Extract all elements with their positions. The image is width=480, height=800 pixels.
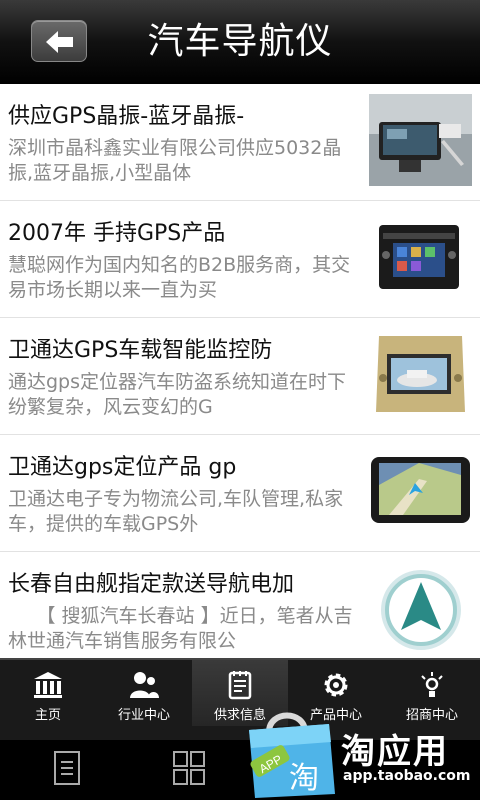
promo-name: 淘应用 <box>341 732 449 772</box>
item-description: 慧聪网作为国内知名的B2B服务商，其交易市场长期以来一直为买 <box>8 254 351 301</box>
item-title: 供应GPS晶振-蓝牙晶振- <box>8 104 245 129</box>
news-list: 供应GPS晶振-蓝牙晶振- 深圳市晶科鑫实业有限公司供应5032晶振,蓝牙晶振,… <box>0 84 480 669</box>
bank-icon <box>34 672 62 698</box>
item-title: 2007年 手持GPS产品 <box>8 221 226 246</box>
list-item[interactable]: 长春自由舰指定款送导航电加 【 搜狐汽车长春站 】近日，笔者从吉林世通汽车销售服… <box>0 552 480 669</box>
tab-home[interactable]: 主页 <box>0 660 96 726</box>
item-thumbnail <box>369 328 472 420</box>
page-title: 汽车导航仪 <box>147 21 333 62</box>
notepad-icon <box>228 671 252 700</box>
tab-industry[interactable]: 行业中心 <box>96 660 192 726</box>
tab-label: 行业中心 <box>117 708 170 723</box>
item-thumbnail <box>369 562 472 654</box>
item-description: 通达gps定位器汽车防盗系统知道在时下纷繁复杂，风云变幻的G <box>8 371 347 418</box>
promo-url: app.taobao.com <box>343 768 471 784</box>
list-item[interactable]: 2007年 手持GPS产品 慧聪网作为国内知名的B2B服务商，其交易市场长期以来… <box>0 201 480 318</box>
gear-icon <box>324 673 348 697</box>
app-header: 汽车导航仪 <box>0 0 480 84</box>
list-item[interactable]: 卫通达GPS车载智能监控防 通达gps定位器汽车防盗系统知道在时下纷繁复杂，风云… <box>0 318 480 435</box>
tab-label: 主页 <box>34 708 61 723</box>
lamp-icon <box>421 672 443 697</box>
item-description: 卫通达电子专为物流公司,车队管理,私家车，提供的车载GPS外 <box>8 488 344 535</box>
item-thumbnail <box>369 211 472 303</box>
document-icon[interactable] <box>52 750 82 786</box>
grid-icon[interactable] <box>172 750 206 786</box>
item-title: 长春自由舰指定款送导航电加 <box>8 572 295 597</box>
bag-char: 淘 <box>289 761 319 796</box>
item-title: 卫通达gps定位产品 gp <box>8 455 237 480</box>
list-item[interactable]: 供应GPS晶振-蓝牙晶振- 深圳市晶科鑫实业有限公司供应5032晶振,蓝牙晶振,… <box>0 84 480 201</box>
shopping-bag-icon: APP 淘 <box>249 712 335 798</box>
users-icon <box>130 672 159 698</box>
item-description: 【 搜狐汽车长春站 】近日，笔者从吉林世通汽车销售服务有限公 <box>8 605 353 652</box>
item-title: 卫通达GPS车载智能监控防 <box>8 338 273 363</box>
list-item[interactable]: 卫通达gps定位产品 gp 卫通达电子专为物流公司,车队管理,私家车，提供的车载… <box>0 435 480 552</box>
item-thumbnail <box>369 445 472 537</box>
taobao-app-promo[interactable]: APP 淘 淘应用 app.taobao.com <box>243 700 480 800</box>
item-thumbnail <box>369 94 472 186</box>
item-description: 深圳市晶科鑫实业有限公司供应5032晶振,蓝牙晶振,小型晶体 <box>8 137 342 184</box>
